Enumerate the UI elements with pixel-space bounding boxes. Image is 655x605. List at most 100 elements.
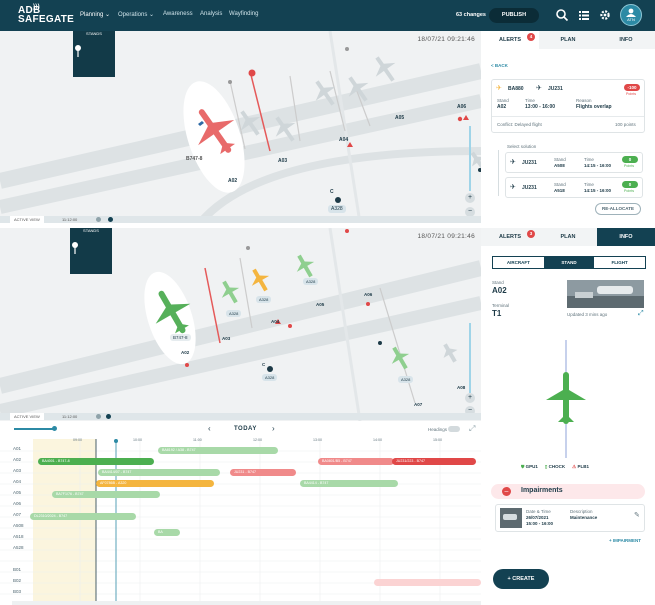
gpu-status-label: GPU1 [525, 464, 538, 469]
pin-icon [75, 45, 81, 57]
date-label: Date & Time [526, 509, 551, 514]
nav-awareness[interactable]: Awareness [163, 11, 193, 17]
aircraft-a328-tag[interactable]: A328 [328, 205, 346, 213]
user-avatar[interactable]: ATN [620, 4, 642, 26]
select-solution-label: Select solution [507, 144, 537, 149]
flight-bar[interactable]: DL2310/2024 - B747 [30, 513, 136, 520]
row-label-a04: A04 [13, 479, 22, 484]
aircraft-label-bottom[interactable]: B747-8 [170, 334, 191, 341]
alert-count-badge-bottom: 3 [527, 230, 535, 238]
info-panel: ALERTS 3 PLAN INFO AIRCRAFT STAND FLIGHT … [481, 228, 655, 605]
nav-operations-label: Operations [118, 12, 148, 18]
description-value: Maintenance [570, 515, 598, 520]
aircraft-tag-1[interactable]: A328 [226, 310, 242, 317]
aircraft-tag-4[interactable]: A328 [262, 374, 278, 381]
conflict-text: Conflict: Delayed flight [497, 122, 542, 127]
publish-button[interactable]: PUBLISH [489, 8, 539, 23]
apron-map-top[interactable]: 18/07/21 09:21:46 STANDS B747-8 A02 A03 … [0, 31, 481, 223]
adb-safegate-logo[interactable]: ADB SAFEGATE ))) [18, 4, 74, 25]
nav-operations[interactable]: Operations ⌄ [118, 11, 154, 18]
flight-bar[interactable]: BA [154, 529, 180, 536]
zoom-in-button-bottom[interactable]: + [465, 393, 475, 403]
alert-icon: ⚠ [572, 464, 577, 469]
aircraft-tag-2[interactable]: A328 [256, 296, 272, 303]
expand-photo-icon[interactable]: ⤢ [638, 310, 644, 318]
impairment-card[interactable]: Date & Time 26/07/2021 15:00 - 16:00 Des… [495, 504, 645, 532]
flight-b: JU231 [548, 86, 563, 92]
flight-bar-pending[interactable] [374, 579, 481, 586]
impairments-title: Impairments [521, 487, 563, 494]
stands-layer-button[interactable]: STANDS [73, 31, 115, 77]
stand-a02-label: A02 [228, 178, 238, 184]
time-1200: 12:00 [253, 438, 262, 442]
flight-bar[interactable]: BA4414/07 - B747 [98, 469, 220, 476]
active-view-tab[interactable]: ACTIVE VIEW [10, 216, 44, 223]
active-view-strip: ACTIVE VIEW 11:12:00 [0, 216, 481, 223]
gpu-status[interactable]: ⛊ GPU1 [521, 464, 538, 470]
edit-icon[interactable]: ✎ [634, 511, 640, 519]
nav-analysis[interactable]: Analysis [200, 11, 222, 17]
add-impairment-link[interactable]: + IMPAIRMENT [609, 538, 641, 543]
apron-map-bottom[interactable]: 18/07/21 09:21:46 STANDS B747-8 A02 A03 … [0, 228, 481, 421]
nav-planning[interactable]: Planning ⌄ [80, 11, 110, 18]
user-icon [626, 8, 636, 17]
reason-value: Flights overlap [576, 104, 612, 110]
flight-bar[interactable]: JU231/223 - B747 [392, 458, 476, 465]
plane-icon-navy: ✈ [536, 85, 542, 92]
segment-stand[interactable]: STAND [543, 257, 595, 268]
conflict-card[interactable]: ✈ BA880 ✈ JU231 -100 Points Stand A02 Ti… [491, 79, 645, 133]
tab-plan[interactable]: PLAN [539, 31, 597, 49]
reallocate-button[interactable]: RE-ALLOCATE [595, 203, 641, 215]
back-link[interactable]: < BACK [491, 63, 508, 68]
impairment-thumbnail [500, 508, 522, 528]
flight-bar[interactable]: BA8192 / A38 - B747 [158, 447, 278, 454]
time-0900: 09:00 [73, 438, 82, 442]
nav-wayfinding[interactable]: Wayfinding [229, 11, 258, 17]
strip-dot-3[interactable] [96, 414, 101, 419]
tab-alerts[interactable]: ALERTS 4 [481, 31, 539, 49]
list-icon[interactable] [577, 8, 591, 22]
solution-option[interactable]: ✈ JU231 Stand A518 Time 14:15 - 16:00 0 … [505, 177, 643, 198]
solution-flight: JU231 [522, 185, 537, 191]
date-time: 15:00 - 16:00 [526, 521, 554, 526]
strip-dot-2[interactable] [108, 217, 113, 222]
chock-status[interactable]: ▯ CHOCK [545, 464, 565, 470]
flight-bar[interactable]: BA0801/B5 - B747 [318, 458, 394, 465]
time-value: 13:00 - 16:00 [525, 104, 556, 110]
plb-status-label: PLB1 [577, 464, 589, 469]
tab-plan-bottom[interactable]: PLAN [539, 228, 597, 246]
map-timestamp: 18/07/21 09:21:46 [417, 36, 475, 43]
zoom-in-button[interactable]: + [465, 193, 475, 203]
active-view-tab-bottom[interactable]: ACTIVE VIEW [10, 413, 44, 420]
segment-flight[interactable]: FLIGHT [594, 257, 645, 268]
tab-info-bottom[interactable]: INFO [597, 228, 655, 246]
row-label-a528: A528 [13, 545, 24, 550]
time-label: Time [525, 98, 535, 103]
changes-count[interactable]: 63 changes [456, 12, 486, 18]
strip-dot-1[interactable] [96, 217, 101, 222]
timeline-scrollbar[interactable] [12, 601, 481, 605]
stand-photo[interactable] [567, 280, 644, 308]
flight-bar[interactable]: BA4001 - B747-8 [38, 458, 154, 465]
aircraft-tag-5[interactable]: A328 [398, 376, 414, 383]
stand-a03-label: A03 [278, 158, 288, 164]
flight-bar[interactable]: AF0786B - A320 [96, 480, 214, 487]
flight-bar[interactable]: BA4414 - B747 [300, 480, 398, 487]
solution-option[interactable]: ✈ JU231 Stand A508 Time 14:15 - 16:00 0 … [505, 152, 643, 173]
stands-layer-button-bottom[interactable]: STANDS [70, 228, 112, 274]
time-1500: 15:00 [433, 438, 442, 442]
gear-icon[interactable] [598, 8, 612, 22]
alerts-panel: ALERTS 4 PLAN INFO < BACK ✈ BA880 ✈ JU231… [481, 31, 655, 223]
impairments-header[interactable]: – Impairments [491, 484, 645, 499]
search-icon[interactable] [555, 8, 569, 22]
plb-status[interactable]: ⚠ PLB1 [572, 464, 589, 470]
create-button[interactable]: + CREATE [493, 569, 549, 589]
flight-bar[interactable]: JU231 - B747 [230, 469, 296, 476]
tab-alerts-bottom[interactable]: ALERTS 3 [481, 228, 539, 246]
flight-bar[interactable]: BA7F1/76 - B747 [52, 491, 160, 498]
nav-planning-label: Planning [80, 12, 104, 18]
aircraft-tag-3[interactable]: A328 [303, 278, 319, 285]
tab-info[interactable]: INFO [597, 31, 655, 49]
segment-aircraft[interactable]: AIRCRAFT [493, 257, 544, 268]
strip-dot-4[interactable] [106, 414, 111, 419]
